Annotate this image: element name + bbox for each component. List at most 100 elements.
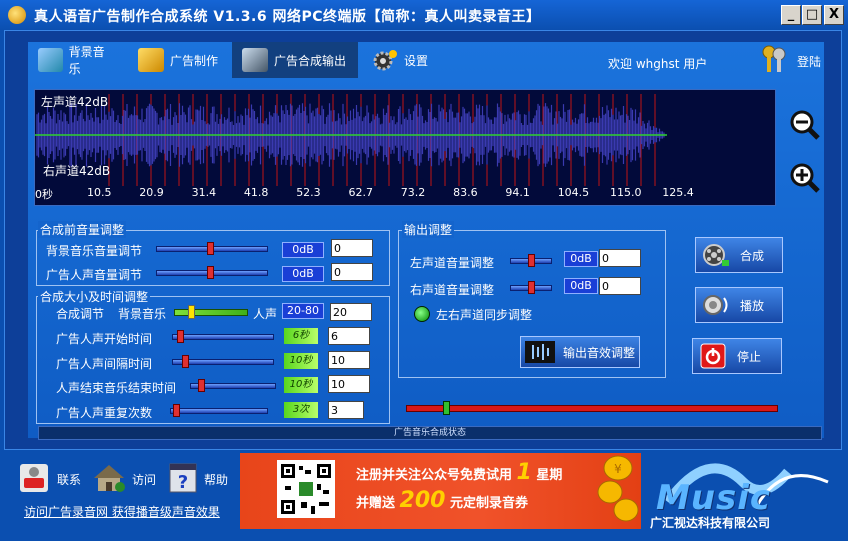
pre-volume-legend: 合成前音量调整 [38,221,127,238]
sync-label: 左右声道同步调整 [436,308,533,322]
bg-volume-badge: 0dB [282,242,324,258]
window-title: 真人语音广告制作合成系统 V1.3.6 网络PC终端版【简称：真人叫卖录音王】 [34,9,541,25]
waveform-display[interactable]: 左声道42dB 右声道42dB 0秒 10.5 20.9 31.4 41.8 52.3 62… [34,89,776,206]
zoom-in-icon[interactable] [790,163,820,193]
help-label[interactable]: 帮助 [204,471,228,488]
sync-indicator[interactable] [414,306,430,322]
end-time-badge: 10秒 [284,377,318,393]
voice-interval-input[interactable] [328,351,370,369]
tab-ad-production[interactable]: 广告制作 [128,42,228,78]
time-tick: 94.1 [505,186,530,199]
home-icon[interactable] [92,462,126,494]
left-channel-thumb[interactable] [528,254,535,267]
right-channel-input[interactable] [599,277,641,295]
voice-volume-thumb[interactable] [207,266,214,279]
keys-icon[interactable] [760,44,788,74]
stop-label: 停止 [737,349,762,364]
time-tick: 0秒 [35,188,53,201]
tab-settings[interactable]: 设置 [362,42,444,78]
repeat-count-input[interactable] [328,401,364,419]
speaker-icon [702,292,730,318]
size-time-legend: 合成大小及时间调整 [38,288,151,305]
login-button[interactable]: 登陆 [797,53,821,70]
mix-voice-label: 人声 [253,307,278,321]
right-channel-volume-label: 右声道音量调整 [410,283,495,297]
mix-bg-music-label: 背景音乐 [118,307,167,321]
banner-line-2-unit: 元定制录音券 [450,496,529,511]
banner-line-2: 并赠送 200 元定制录音券 [356,488,528,513]
right-channel-label: 右声道42dB [43,164,111,178]
voice-start-slider[interactable] [172,334,274,340]
restore-button[interactable]: □ [802,5,822,25]
voice-start-input[interactable] [328,327,370,345]
progress-bar[interactable] [406,405,778,412]
contact-label[interactable]: 联系 [57,471,81,488]
tab-background-music[interactable]: 背景音乐 [28,42,124,78]
close-button[interactable]: X [824,5,844,25]
progress-thumb[interactable] [443,401,450,415]
equalizer-icon [525,341,555,363]
music-logo: Music 广汇视达科技有限公司 [648,452,843,532]
media-icon [242,48,268,72]
minimize-button[interactable]: _ [781,5,801,25]
music-note-icon [38,48,63,72]
svg-text:?: ? [178,472,188,493]
visit-label[interactable]: 访问 [132,471,156,488]
mix-label: 合成调节 [56,307,105,321]
visit-website-link[interactable]: 访问广告录音网 获得播音级声音效果 [24,503,220,520]
end-time-input[interactable] [328,375,370,393]
ticket-icon [138,48,164,72]
compose-button[interactable]: 合成 [695,237,783,273]
stop-button[interactable]: 停止 [692,338,782,374]
voice-interval-label: 广告人声间隔时间 [56,357,153,371]
time-tick: 52.3 [296,186,321,199]
banner-line-1-text: 注册并关注公众号免费试用 [356,468,513,483]
left-channel-volume-label: 左声道音量调整 [410,256,495,270]
tab-label: 广告制作 [170,53,219,68]
logo-word: Music [656,478,772,518]
mix-ratio-input[interactable] [330,303,372,321]
film-reel-icon [702,242,730,268]
tab-ad-output[interactable]: 广告合成输出 [232,42,358,78]
mix-thumb[interactable] [188,305,195,319]
zoom-out-icon[interactable] [790,110,820,140]
voice-volume-input[interactable] [331,263,373,281]
time-tick: 73.2 [400,186,426,199]
tab-label: 设置 [404,53,429,68]
status-bar: 广告音乐合成状态 [38,426,822,440]
mix-slider[interactable] [174,309,248,316]
bg-volume-label: 背景音乐音量调节 [46,244,143,258]
bg-volume-input[interactable] [331,239,373,257]
output-effect-label: 输出音效调整 [563,345,636,360]
voice-start-thumb[interactable] [177,330,184,343]
time-tick: 10.5 [87,186,112,199]
banner-voucher-amount: 200 [399,488,446,513]
mix-ratio-badge: 20-80 [282,303,324,319]
play-label: 播放 [740,298,765,313]
output-effect-button[interactable]: 输出音效调整 [520,336,640,368]
time-tick: 62.7 [348,186,374,199]
time-tick: 83.6 [453,186,478,199]
logo-company: 广汇视达科技有限公司 [650,516,771,530]
repeat-count-label: 广告人声重复次数 [56,406,153,420]
play-button[interactable]: 播放 [695,287,783,323]
bg-volume-thumb[interactable] [207,242,214,255]
time-tick: 115.0 [610,186,642,199]
time-axis: 0秒 10.5 20.9 31.4 41.8 52.3 62.7 73.2 83.6 94.1 10… [35,186,775,202]
voice-volume-label: 广告人声音量调节 [46,268,143,282]
left-channel-input[interactable] [599,249,641,267]
repeat-count-thumb[interactable] [172,404,180,417]
power-icon [699,343,727,369]
coins-icon: ¥ [596,454,640,526]
repeat-count-slider[interactable] [170,408,268,414]
time-tick: 125.4 [662,186,694,199]
output-legend: 输出调整 [402,221,455,238]
right-channel-thumb[interactable] [528,281,535,294]
help-icon[interactable]: ? [168,462,198,494]
compose-label: 合成 [740,248,765,263]
app-icon [8,6,26,24]
voice-interval-thumb[interactable] [182,355,189,368]
banner-line-1: 注册并关注公众号免费试用 1 星期 [356,460,562,485]
contact-icon[interactable] [18,462,50,494]
end-time-thumb[interactable] [198,379,206,392]
